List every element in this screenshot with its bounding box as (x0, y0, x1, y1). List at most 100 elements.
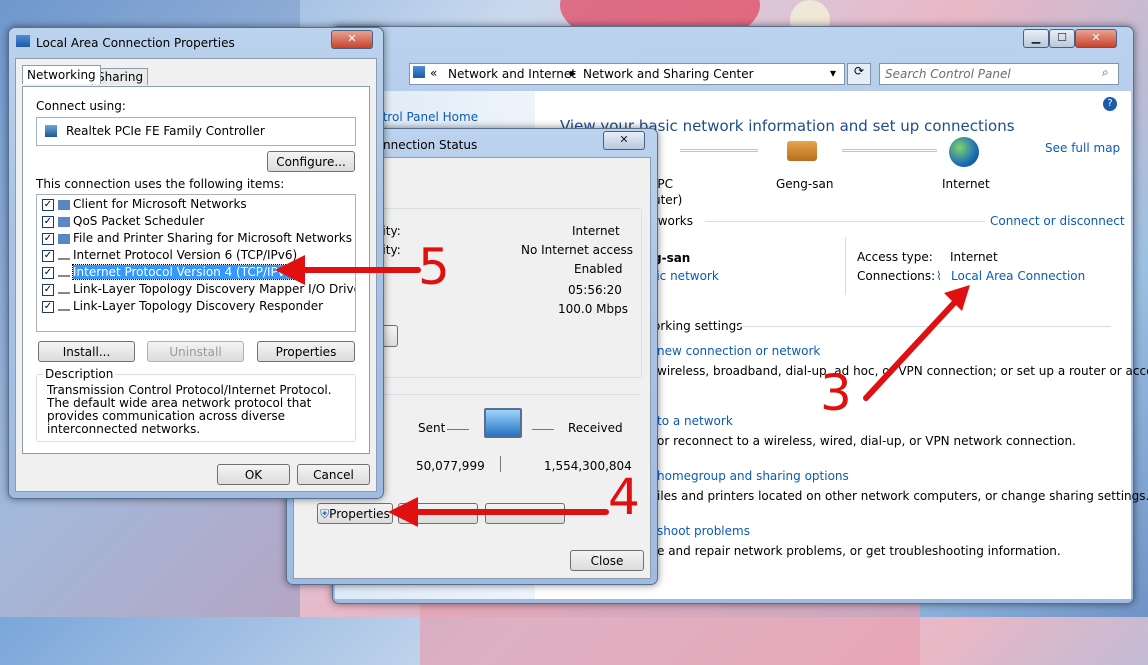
checkbox[interactable]: ✓ (42, 266, 54, 279)
tab-panel: Connect using: Realtek PCIe FE Family Co… (22, 86, 370, 454)
network-icon (413, 66, 425, 78)
item-label: Link-Layer Topology Discovery Responder (73, 299, 324, 313)
search-input[interactable]: Search Control Panel ⌕ (879, 63, 1119, 85)
task-link[interactable]: to a network (657, 414, 733, 428)
window-title: nnection Status (383, 138, 478, 152)
status-row-value: Enabled (574, 262, 623, 276)
task-link[interactable]: shoot problems (657, 524, 750, 538)
local-area-connection-link[interactable]: Local Area Connection (951, 269, 1085, 283)
network-icon (16, 35, 30, 47)
checkbox[interactable]: ✓ (42, 232, 54, 245)
connection-properties-window: Local Area Connection Properties ✕ Netwo… (8, 27, 384, 499)
maximize-button[interactable]: ☐ (1049, 29, 1075, 48)
network-info-divider (845, 237, 846, 295)
access-type-value: Internet (950, 250, 998, 264)
protocol-icon (58, 286, 70, 294)
checkbox[interactable]: ✓ (42, 249, 54, 262)
tab-networking[interactable]: Networking (22, 65, 101, 84)
window-title: Local Area Connection Properties (36, 36, 235, 50)
item-label: File and Printer Sharing for Microsoft N… (73, 231, 352, 245)
ok-button[interactable]: OK (217, 464, 290, 485)
networks-label: tworks (653, 214, 693, 228)
close-button[interactable]: ✕ (1075, 29, 1117, 48)
diagnose-button[interactable] (485, 503, 565, 524)
task-description: iles and printers located on other netwo… (657, 489, 1148, 503)
chevron-down-icon[interactable]: ▾ (830, 66, 836, 80)
item-label: Link-Layer Topology Discovery Mapper I/O… (73, 282, 356, 296)
sent-value: 50,077,999 (416, 459, 485, 473)
list-item[interactable]: ✓ Link-Layer Topology Discovery Responder (42, 298, 352, 315)
list-item[interactable]: ✓ Link-Layer Topology Discovery Mapper I/… (42, 281, 355, 298)
properties-button[interactable]: ⛨Properties (317, 503, 393, 524)
description-label: Description (43, 367, 116, 381)
checkbox[interactable]: ✓ (42, 300, 54, 313)
item-label: QoS Packet Scheduler (73, 214, 205, 228)
item-label: Internet Protocol Version 4 (TCP/IPv4) (71, 264, 299, 280)
status-row-value: No Internet access (521, 243, 634, 257)
close-button[interactable]: ✕ (603, 131, 645, 150)
list-item[interactable]: ✓ Client for Microsoft Networks (42, 196, 352, 213)
change-settings-heading: orking settings (653, 319, 743, 333)
breadcrumb-network-sharing-center[interactable]: Network and Sharing Center (583, 67, 754, 81)
task-link[interactable]: new connection or network (657, 344, 820, 358)
close-button[interactable]: ✕ (331, 30, 373, 49)
item-label: Client for Microsoft Networks (73, 197, 247, 211)
breadcrumb-network-and-internet[interactable]: Network and Internet (448, 67, 576, 81)
item-label: Internet Protocol Version 6 (TCP/IPv6) (73, 248, 298, 262)
description-group: Description Transmission Control Protoco… (36, 367, 356, 442)
bench-icon (787, 141, 817, 161)
access-type-label: Access type: (857, 250, 933, 264)
step-label-4: 4 (608, 468, 640, 526)
help-icon[interactable]: ? (1103, 97, 1117, 111)
address-bar[interactable]: « Network and Internet ▸ Network and Sha… (409, 63, 845, 85)
globe-icon (949, 137, 979, 167)
control-panel-home-link[interactable]: ntrol Panel Home (375, 110, 478, 124)
step-label-3: 3 (820, 364, 852, 422)
status-row-value: 100.0 Mbps (558, 302, 629, 316)
task-link[interactable]: homegroup and sharing options (657, 469, 849, 483)
close-status-button[interactable]: Close (570, 550, 644, 571)
connect-using-label: Connect using: (36, 99, 126, 113)
map-gateway-label: Geng-san (776, 177, 834, 191)
properties-button[interactable]: Properties (257, 341, 355, 362)
install-button[interactable]: Install... (38, 341, 135, 362)
computers-icon (484, 408, 522, 438)
refresh-button[interactable]: ⟳ (847, 63, 871, 85)
properties-client: Networking Sharing Connect using: Realte… (15, 58, 377, 492)
properties-label: Properties (329, 507, 390, 521)
breadcrumb-separator: ▸ (570, 66, 577, 80)
checkbox[interactable]: ✓ (42, 198, 54, 211)
see-full-map-link[interactable]: See full map (1045, 141, 1120, 155)
activity-divider (500, 456, 501, 472)
list-item[interactable]: ✓ QoS Packet Scheduler (42, 213, 352, 230)
sent-line (447, 429, 469, 430)
connect-or-disconnect-link[interactable]: Connect or disconnect (990, 214, 1125, 228)
minimize-button[interactable]: ▁ (1023, 29, 1049, 48)
items-list[interactable]: ✓ Client for Microsoft Networks ✓ QoS Pack… (36, 194, 356, 332)
network-name: g-san (653, 251, 691, 265)
received-line (532, 429, 554, 430)
sent-label: Sent (418, 421, 446, 435)
description-text: Transmission Control Protocol/Internet P… (47, 383, 332, 436)
status-row-value: Internet (572, 224, 620, 238)
status-row-value: 05:56:20 (568, 283, 622, 297)
uninstall-button[interactable]: Uninstall (147, 341, 244, 362)
map-internet-label: Internet (942, 177, 990, 191)
cancel-button[interactable]: Cancel (297, 464, 370, 485)
checkbox[interactable]: ✓ (42, 283, 54, 296)
ethernet-icon: ⌇ (936, 269, 942, 283)
list-item-selected[interactable]: ✓ Internet Protocol Version 4 (TCP/IPv4) (42, 264, 352, 281)
disable-button[interactable] (398, 503, 478, 524)
network-type-link[interactable]: lic network (653, 269, 719, 283)
list-item[interactable]: ✓ Internet Protocol Version 6 (TCP/IPv6) (42, 247, 352, 264)
items-label: This connection uses the following items… (36, 177, 285, 191)
protocol-icon (58, 269, 70, 277)
search-placeholder: Search Control Panel (885, 67, 1011, 81)
configure-button[interactable]: Configure... (267, 151, 355, 172)
task-description: or reconnect to a wireless, wired, dial-… (657, 434, 1076, 448)
adapter-icon (45, 125, 57, 137)
checkbox[interactable]: ✓ (42, 215, 54, 228)
list-item[interactable]: ✓ File and Printer Sharing for Microsoft … (42, 230, 352, 247)
connections-label: Connections: (857, 269, 936, 283)
breadcrumb-overflow[interactable]: « (430, 66, 437, 80)
